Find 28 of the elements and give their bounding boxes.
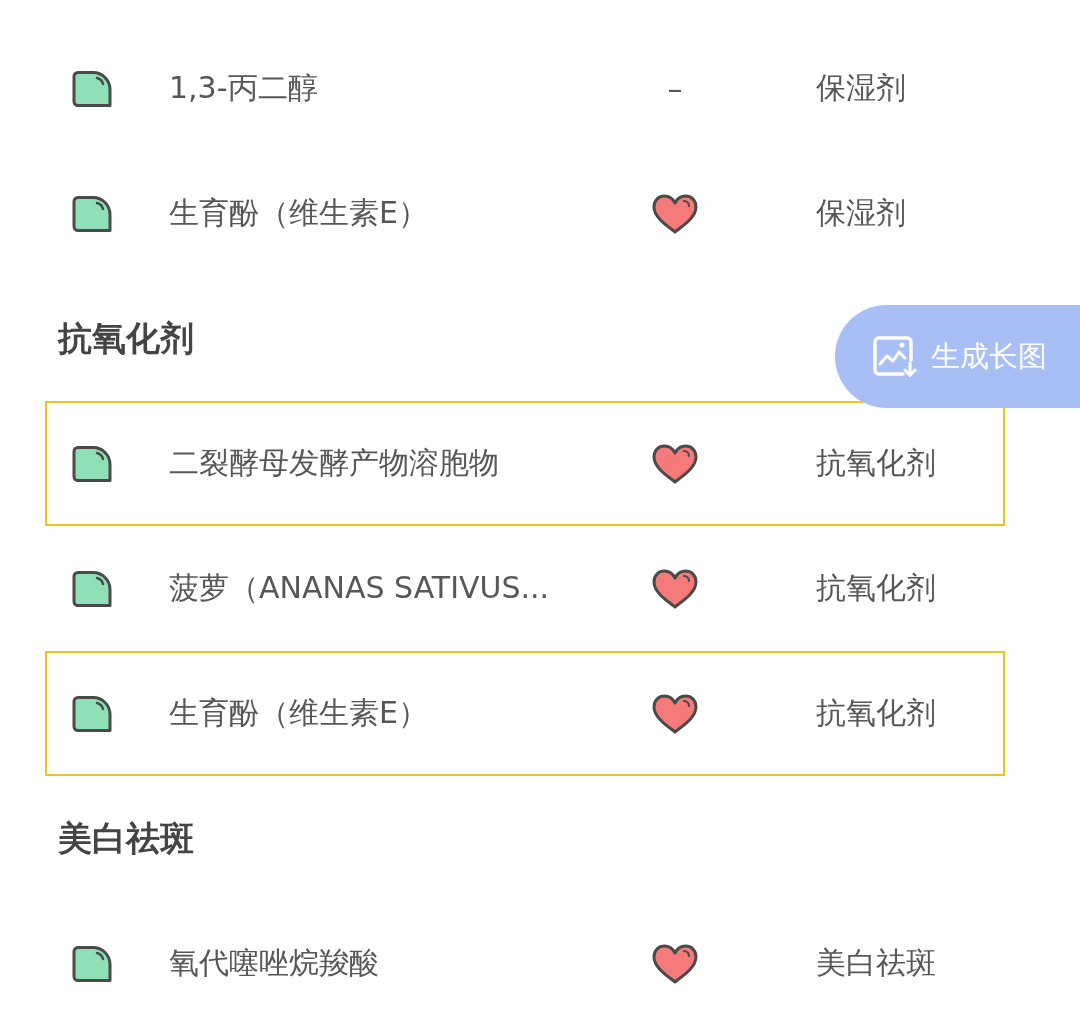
ingredient-name: 生育酚（维生素E） bbox=[169, 694, 429, 732]
ingredient-effect: 抗氧化剂 bbox=[816, 444, 937, 482]
heart-icon bbox=[652, 193, 698, 234]
leaf-icon bbox=[72, 694, 112, 733]
leaf-icon bbox=[72, 444, 112, 483]
heart-icon bbox=[652, 443, 698, 484]
leaf-icon bbox=[72, 194, 112, 233]
heart-icon bbox=[652, 693, 698, 734]
ingredient-effect: 保湿剂 bbox=[816, 69, 907, 107]
ingredient-name: 菠萝（ANANAS SATIVUS... bbox=[169, 569, 551, 607]
section-heading: 抗氧化剂 bbox=[58, 316, 194, 360]
ingredient-name: 氧代噻唑烷羧酸 bbox=[169, 944, 380, 982]
ingredient-effect: 抗氧化剂 bbox=[816, 569, 937, 607]
image-download-icon bbox=[873, 335, 917, 378]
ingredient-name: 生育酚（维生素E） bbox=[169, 194, 429, 232]
heart-icon bbox=[652, 568, 698, 609]
leaf-icon bbox=[72, 944, 112, 983]
section-heading: 美白祛斑 bbox=[58, 816, 194, 860]
ingredient-effect: 美白祛斑 bbox=[816, 944, 937, 982]
dash-text: – bbox=[667, 71, 683, 106]
ingredient-effect: 抗氧化剂 bbox=[816, 694, 937, 732]
ingredient-name: 二裂酵母发酵产物溶胞物 bbox=[169, 444, 500, 482]
ingredient-name: 1,3-丙二醇 bbox=[169, 69, 319, 107]
leaf-icon bbox=[72, 569, 112, 608]
heart-icon bbox=[652, 943, 698, 984]
leaf-icon bbox=[72, 69, 112, 108]
ingredient-effect: 保湿剂 bbox=[816, 194, 907, 232]
generate-long-image-button[interactable]: 生成长图 bbox=[835, 305, 1080, 408]
